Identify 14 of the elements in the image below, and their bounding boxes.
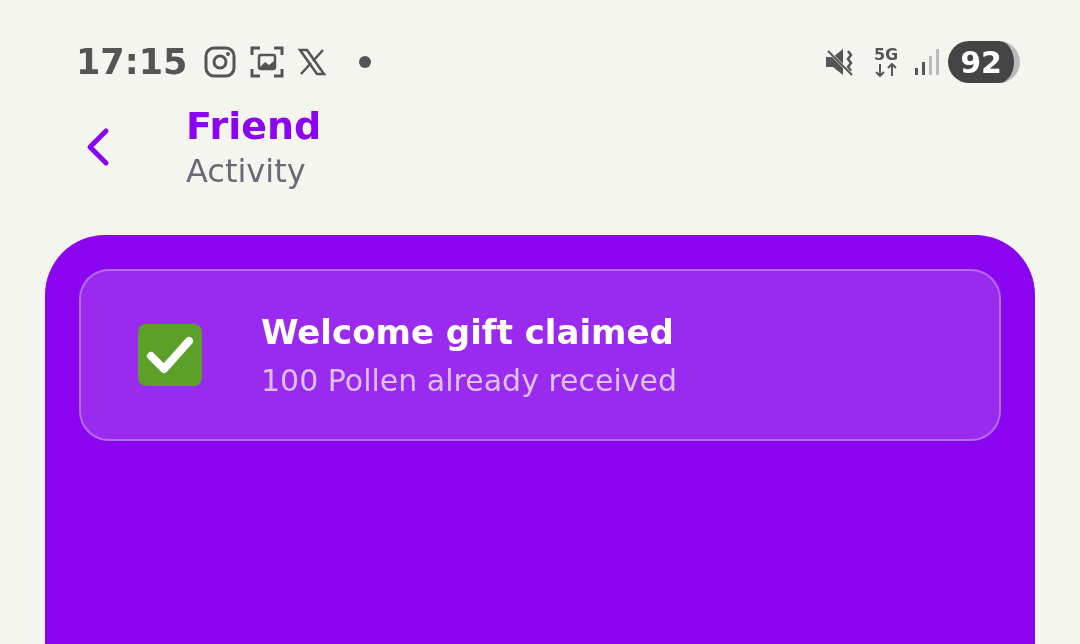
camera-icon [203,45,238,79]
header-subtitle: Activity [186,150,307,191]
data-arrows-icon [874,63,899,77]
header-title: Friend [186,103,322,151]
x-logo-icon [297,48,328,76]
notice-title: Welcome gift claimed [261,311,675,354]
notice-detail: 100 Pollen already received [261,362,678,400]
signal-icon [914,48,941,76]
screenshot-icon [249,45,286,79]
network-type: 5G [874,47,899,63]
dot-icon [359,56,372,68]
battery-level: 92 [948,41,1020,83]
status-time: 17:15 [76,40,188,84]
check-icon [137,323,203,387]
